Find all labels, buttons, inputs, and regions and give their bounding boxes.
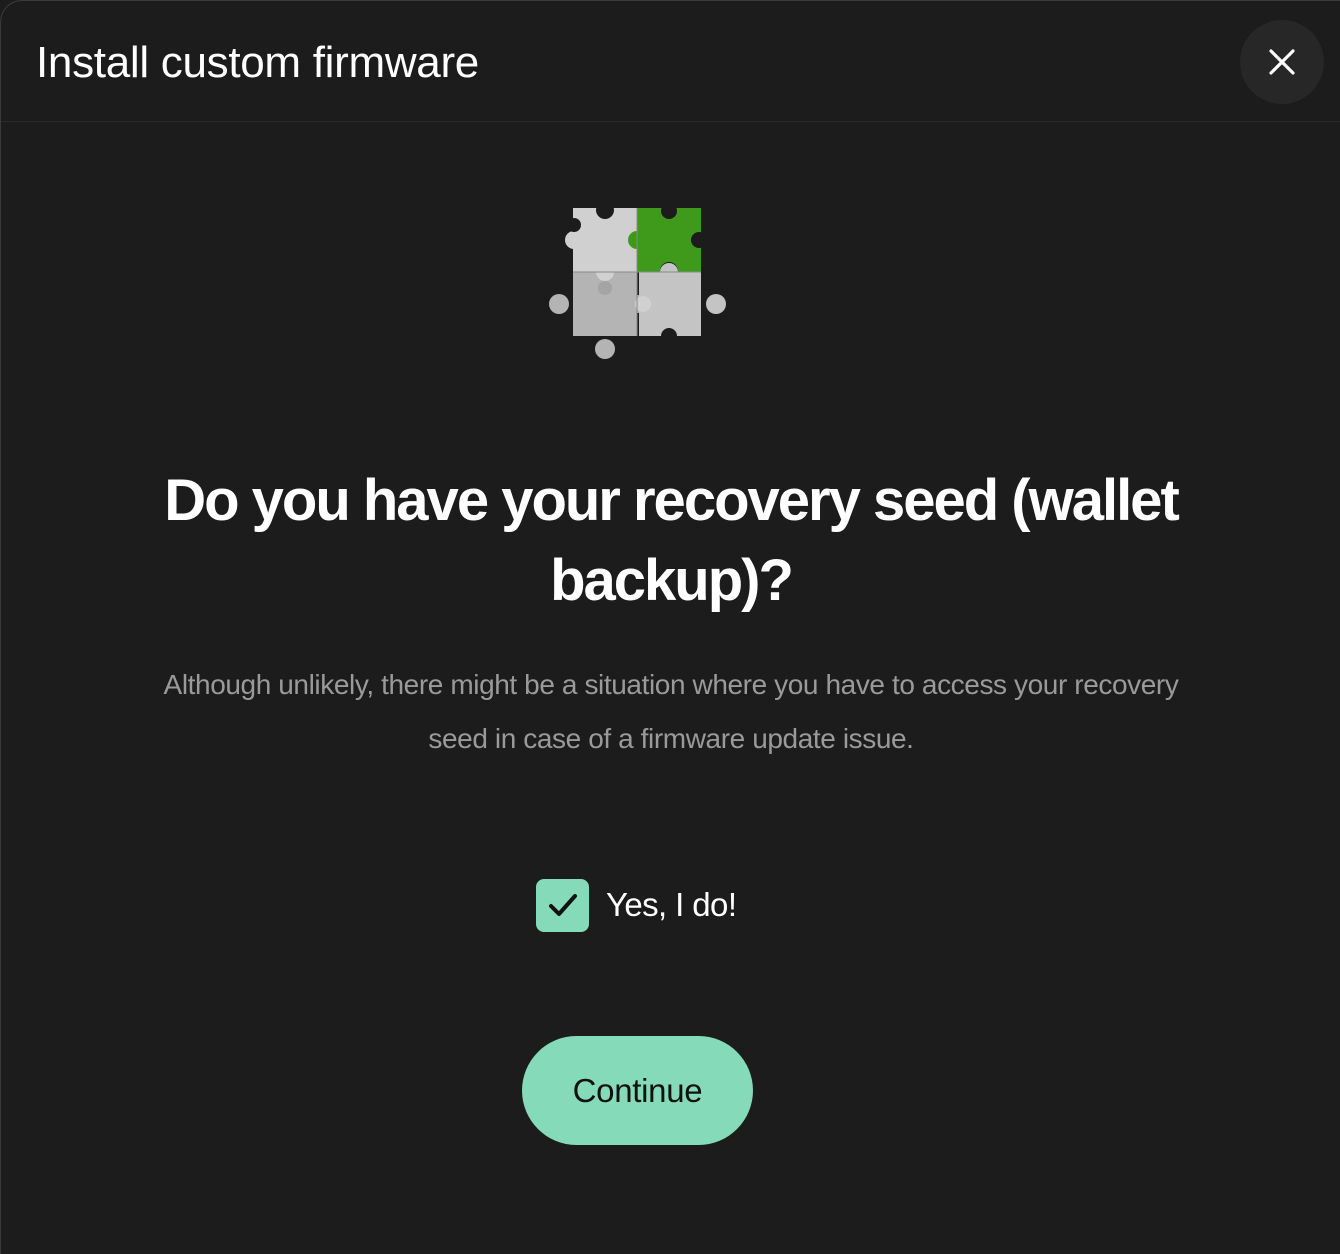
confirm-checkbox-row[interactable]: Yes, I do! xyxy=(536,878,737,932)
description-text: Although unlikely, there might be a situ… xyxy=(163,669,1179,754)
modal-header: Install custom firmware xyxy=(1,1,1340,122)
firmware-modal: Install custom firmware Do you have your… xyxy=(0,0,1340,1254)
confirm-label: Yes, I do! xyxy=(606,886,737,923)
continue-button[interactable]: Continue xyxy=(522,1036,753,1145)
checkmark-icon xyxy=(548,894,577,916)
close-icon xyxy=(1269,49,1295,75)
main-heading: Do you have your recovery seed (wallet b… xyxy=(164,468,1180,613)
puzzle-icon xyxy=(549,201,726,359)
confirm-checkbox[interactable] xyxy=(536,878,589,932)
close-button[interactable] xyxy=(1240,20,1324,104)
modal-title: Install custom firmware xyxy=(36,38,479,87)
